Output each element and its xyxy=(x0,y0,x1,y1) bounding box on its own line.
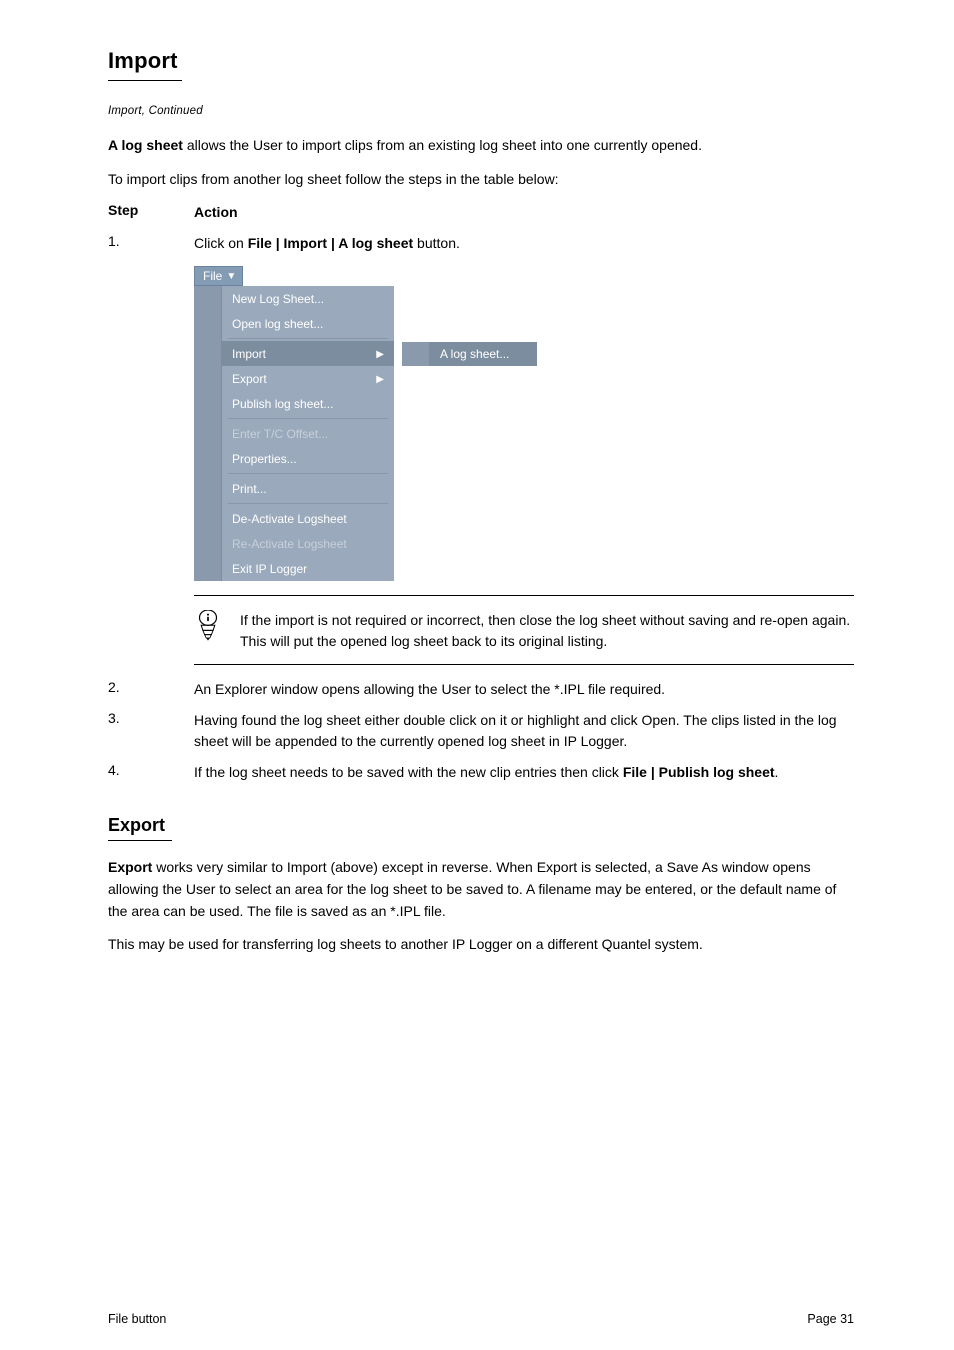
menu-item-publish-log-sheet[interactable]: Publish log sheet... xyxy=(222,391,394,416)
intro-paragraph-1: A log sheet allows the User to import cl… xyxy=(108,135,854,157)
col-header-step: Step xyxy=(108,202,194,223)
export-lead: Export xyxy=(108,859,152,875)
intro-lead: A log sheet xyxy=(108,137,183,153)
menu-item-print[interactable]: Print... xyxy=(222,476,394,501)
menu-screenshot: File ▼ New Log Sheet... Open log sheet..… xyxy=(194,266,594,581)
file-menu-label: File xyxy=(203,269,222,283)
menu-item-export-label: Export xyxy=(232,372,267,386)
step-1-text-c: button. xyxy=(413,235,460,251)
horizontal-rule xyxy=(194,595,854,596)
chevron-right-icon: ▶ xyxy=(376,374,384,385)
menu-separator xyxy=(228,503,388,504)
page-footer: File button Page 31 xyxy=(0,1312,954,1326)
col-header-action: Action xyxy=(194,202,854,223)
menu-icon-column xyxy=(194,286,222,581)
menu-item-exit-ip-logger[interactable]: Exit IP Logger xyxy=(222,556,394,581)
step-1-text: Click on File | Import | A log sheet but… xyxy=(194,233,854,254)
menu-item-reactivate-logsheet: Re-Activate Logsheet xyxy=(222,531,394,556)
menu-separator xyxy=(228,418,388,419)
export-section-title: Export xyxy=(108,815,854,836)
menu-item-properties[interactable]: Properties... xyxy=(222,446,394,471)
step-1-text-b: File | Import | A log sheet xyxy=(248,235,413,251)
continued-note: Import, Continued xyxy=(108,105,854,117)
caret-down-icon: ▼ xyxy=(226,271,236,282)
file-menu-column: File ▼ New Log Sheet... Open log sheet..… xyxy=(194,266,394,581)
intro-after: allows the User to import clips from an … xyxy=(183,137,702,153)
step-1-number: 1. xyxy=(108,233,194,254)
menu-item-import[interactable]: Import ▶ xyxy=(222,341,394,366)
footer-page-number: Page 31 xyxy=(807,1312,854,1326)
note-row: If the import is not required or incorre… xyxy=(194,610,854,652)
horizontal-rule xyxy=(194,664,854,665)
menu-item-export[interactable]: Export ▶ xyxy=(222,366,394,391)
chevron-right-icon: ▶ xyxy=(376,349,384,360)
menu-item-new-log-sheet[interactable]: New Log Sheet... xyxy=(222,286,394,311)
menu-separator xyxy=(228,473,388,474)
import-submenu: A log sheet... xyxy=(402,342,537,366)
step-4-number: 4. xyxy=(108,762,194,783)
section-title: Import xyxy=(108,48,854,74)
menu-item-open-log-sheet[interactable]: Open log sheet... xyxy=(222,311,394,336)
menu-item-import-label: Import xyxy=(232,347,266,361)
submenu-icon-column xyxy=(402,342,430,366)
step-2-number: 2. xyxy=(108,679,194,700)
step-4-text-b: File | Publish log sheet xyxy=(623,764,775,780)
step-3-text: Having found the log sheet either double… xyxy=(194,710,854,752)
export-paragraph-2: This may be used for transferring log sh… xyxy=(108,934,854,956)
step-2-text: An Explorer window opens allowing the Us… xyxy=(194,679,854,700)
submenu-item-a-log-sheet[interactable]: A log sheet... xyxy=(430,342,537,366)
note-text: If the import is not required or incorre… xyxy=(240,610,854,652)
menu-separator xyxy=(228,338,388,339)
intro-paragraph-2: To import clips from another log sheet f… xyxy=(108,169,854,191)
step-3-number: 3. xyxy=(108,710,194,752)
menu-items-column: New Log Sheet... Open log sheet... Impor… xyxy=(222,286,394,581)
step-4-text-c: . xyxy=(775,764,779,780)
footer-left: File button xyxy=(108,1312,166,1326)
step-4-text-a: If the log sheet needs to be saved with … xyxy=(194,764,623,780)
export-para1-body: works very similar to Import (above) exc… xyxy=(108,859,836,918)
export-title-rule xyxy=(108,840,172,841)
step-4-text: If the log sheet needs to be saved with … xyxy=(194,762,854,783)
menu-item-deactivate-logsheet[interactable]: De-Activate Logsheet xyxy=(222,506,394,531)
export-paragraph-1: Export works very similar to Import (abo… xyxy=(108,857,854,922)
menu-item-enter-tc-offset: Enter T/C Offset... xyxy=(222,421,394,446)
title-rule xyxy=(108,80,182,81)
step-1-text-a: Click on xyxy=(194,235,248,251)
note-icon xyxy=(194,610,226,649)
file-menu-button[interactable]: File ▼ xyxy=(194,266,243,286)
